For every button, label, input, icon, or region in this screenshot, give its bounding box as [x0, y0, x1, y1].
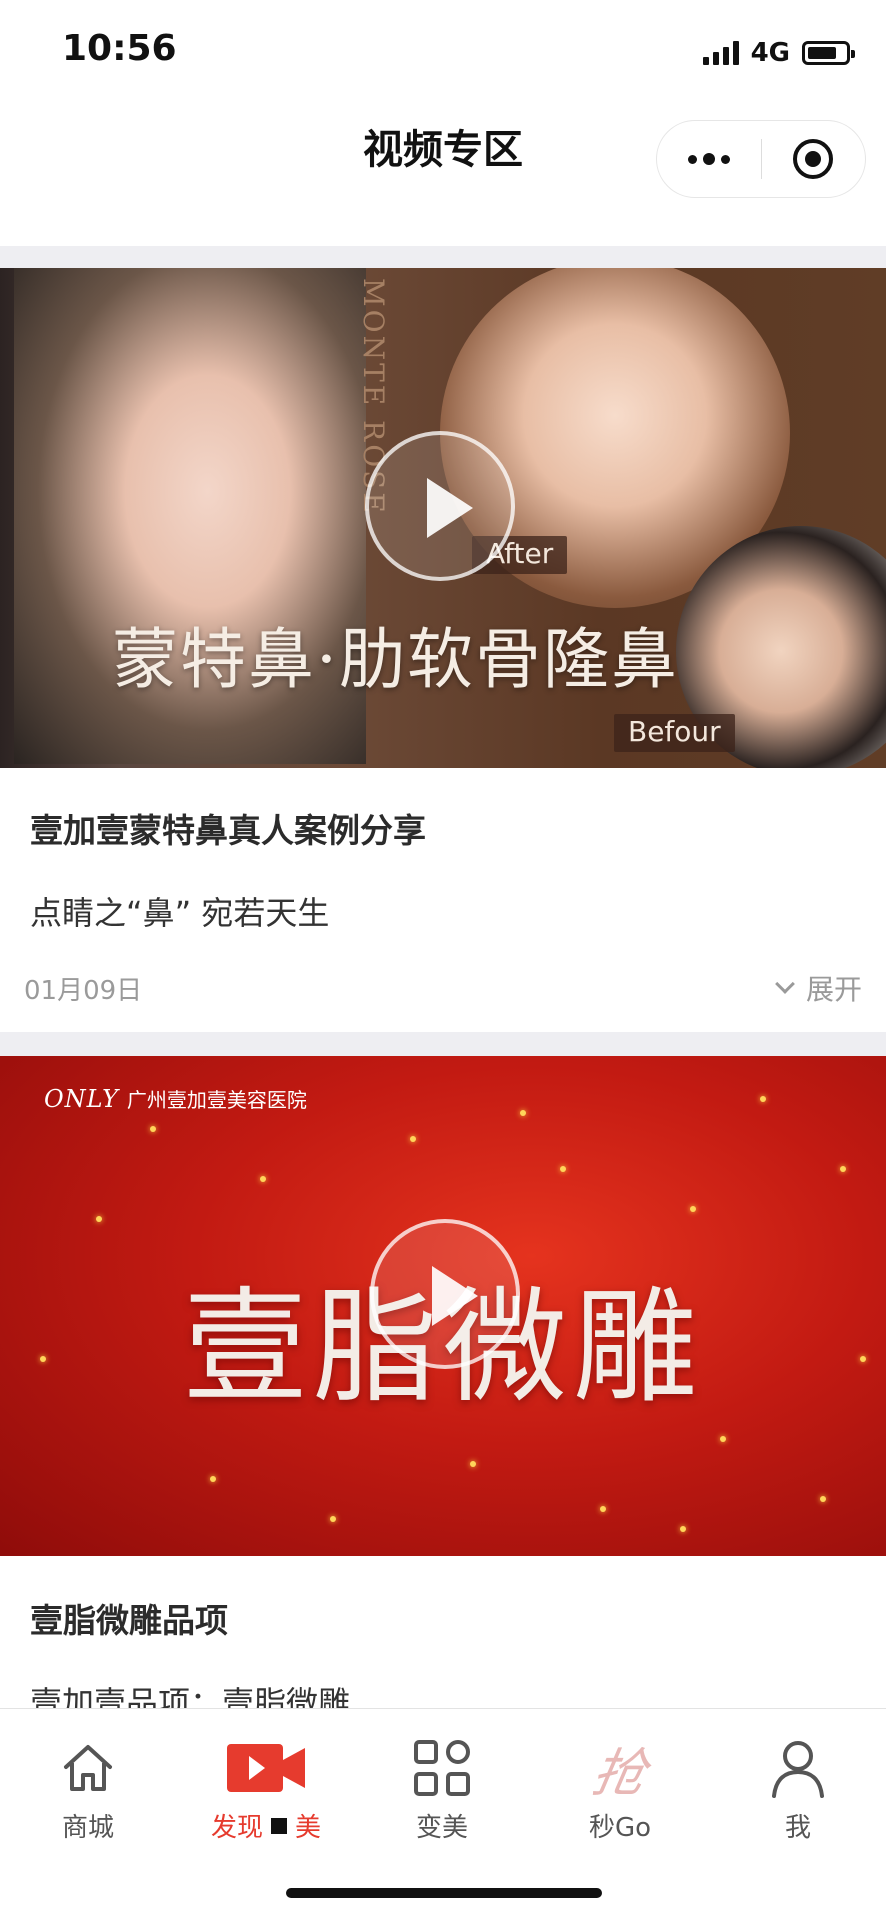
- expand-button[interactable]: 展开: [775, 968, 862, 1008]
- network-label: 4G: [750, 38, 790, 68]
- status-indicators: 4G: [702, 38, 855, 68]
- video-player[interactable]: MONTE ROSE After Befour 蒙特鼻·肋软骨隆鼻: [0, 268, 886, 768]
- tab-mall[interactable]: 商城: [8, 1735, 168, 1844]
- grid-icon: [414, 1740, 470, 1796]
- play-button[interactable]: [370, 1219, 520, 1369]
- tab-label: 商城: [61, 1813, 114, 1843]
- signal-icon: [702, 41, 739, 65]
- more-button[interactable]: [657, 121, 761, 197]
- play-button[interactable]: [365, 431, 515, 581]
- tab-label: 变美: [415, 1813, 468, 1843]
- user-icon: [772, 1741, 824, 1798]
- more-dots-icon: [687, 154, 697, 164]
- flash-sale-icon: 抢: [587, 1743, 651, 1804]
- before-tag: Befour: [614, 714, 735, 752]
- video-player[interactable]: ONLY 广州壹加壹美容医院 壹脂微雕: [0, 1056, 886, 1556]
- tab-beauty[interactable]: 变美: [362, 1735, 522, 1844]
- card-subtitle: 点睛之“鼻” 宛若天生: [30, 894, 330, 932]
- play-icon: [432, 1266, 478, 1326]
- video-card: MONTE ROSE After Befour 蒙特鼻·肋软骨隆鼻 壹加壹蒙特鼻…: [0, 268, 886, 1032]
- video-camera-icon: [227, 1744, 305, 1792]
- title-bar: 视频专区: [0, 110, 886, 210]
- tab-flash-sale[interactable]: 抢 秒Go: [540, 1735, 700, 1844]
- expand-label: 展开: [805, 973, 862, 1006]
- status-bar: 10:56 4G: [0, 0, 886, 110]
- home-icon: [64, 1745, 112, 1791]
- video-headline: 蒙特鼻·肋软骨隆鼻: [112, 621, 679, 698]
- tab-label: 秒Go: [588, 1813, 652, 1843]
- home-indicator: [286, 1888, 602, 1898]
- hospital-logo: ONLY 广州壹加壹美容医院: [44, 1084, 307, 1113]
- tab-label: 我: [784, 1813, 811, 1843]
- tab-label: 发现: [210, 1813, 263, 1843]
- close-miniprogram-button[interactable]: [762, 121, 866, 197]
- previous-card-remnant: [0, 210, 886, 246]
- play-icon: [427, 478, 473, 538]
- card-title: 壹脂微雕品项: [30, 1601, 228, 1640]
- logo-name: 广州壹加壹美容医院: [126, 1088, 307, 1112]
- logo-script: ONLY: [44, 1084, 119, 1113]
- battery-icon: [802, 41, 855, 65]
- mini-program-capsule: [656, 120, 866, 198]
- target-icon: [793, 139, 834, 179]
- tab-label-suffix: 美: [295, 1813, 322, 1843]
- card-title: 壹加壹蒙特鼻真人案例分享: [30, 811, 426, 850]
- card-date: 01月09日: [24, 976, 143, 1006]
- tab-discover[interactable]: 发现 美: [186, 1735, 346, 1844]
- badge-square-icon: [271, 1817, 287, 1834]
- chevron-down-icon: [775, 974, 795, 994]
- status-time: 10:56: [62, 28, 177, 69]
- tab-me[interactable]: 我: [718, 1735, 878, 1844]
- video-card: ONLY 广州壹加壹美容医院 壹脂微雕 壹脂微雕品项 壹加壹品项：壹脂微雕: [0, 1056, 886, 1756]
